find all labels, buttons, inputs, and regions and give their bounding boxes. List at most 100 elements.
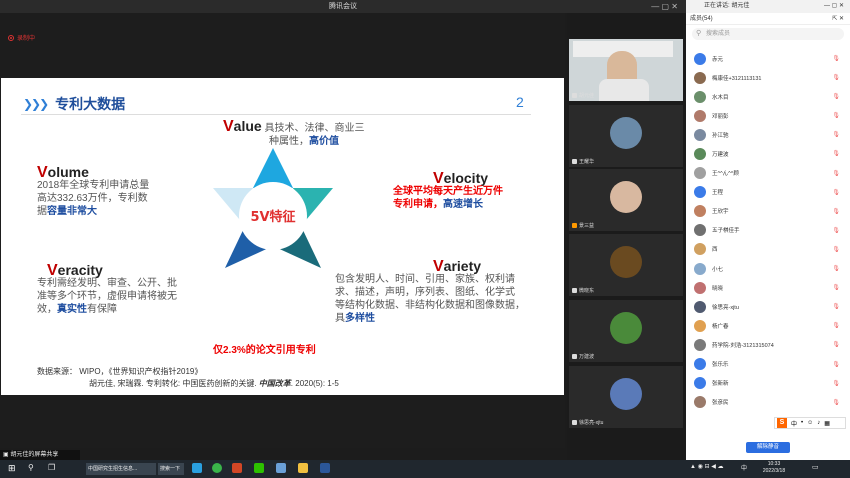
video-tile-speaker[interactable]: 胡元佳 xyxy=(569,39,683,101)
language-indicator[interactable]: 中 xyxy=(741,463,747,475)
share-icon: ▣ xyxy=(3,452,9,458)
screen-share-bar[interactable]: ▣ 胡元佳的屏幕共享 xyxy=(0,450,80,460)
member-row[interactable]: 邓丽彭 🎙 xyxy=(686,106,850,125)
muted-mic-icon[interactable]: 🎙 xyxy=(832,303,840,310)
member-row[interactable]: 五子棋佳手 🎙 xyxy=(686,221,850,240)
member-row[interactable]: 西 🎙 xyxy=(686,240,850,259)
member-row[interactable]: 徐思亮-xjtu 🎙 xyxy=(686,297,850,316)
member-row[interactable]: 张乐乐 🎙 xyxy=(686,355,850,374)
muted-mic-icon[interactable]: 🎙 xyxy=(832,93,840,100)
member-row[interactable]: 孙江驰 🎙 xyxy=(686,125,850,144)
muted-mic-icon[interactable]: 🎙 xyxy=(832,227,840,234)
taskbar-search-box[interactable]: 搜索一下 xyxy=(158,463,184,475)
member-name: 徐思亮-xjtu xyxy=(712,304,739,311)
member-row[interactable]: 王欣宇 🎙 xyxy=(686,202,850,221)
velocity-rest: elocity xyxy=(443,170,489,186)
muted-mic-icon[interactable]: 🎙 xyxy=(832,246,840,253)
slide-title: ❯❯❯ 专利大数据 xyxy=(23,94,125,114)
folder-icon[interactable] xyxy=(298,463,308,475)
muted-mic-icon[interactable]: 🎙 xyxy=(832,150,840,157)
member-avatar xyxy=(694,90,706,103)
member-row[interactable]: 水木目 🎙 xyxy=(686,87,850,106)
video-label: 万建波 xyxy=(572,353,594,360)
velocity-text2: 专利申请， xyxy=(393,199,443,210)
clock-date: 2022/3/18 xyxy=(762,468,786,474)
photos-icon[interactable] xyxy=(276,463,286,475)
word-icon[interactable] xyxy=(320,463,330,475)
recording-indicator[interactable]: 录制中 xyxy=(8,33,35,42)
members-header: 成员(54) ⇱ ✕ xyxy=(686,13,850,25)
member-avatar xyxy=(694,224,706,237)
source-journal: 中国改革 xyxy=(258,379,291,388)
member-row[interactable]: 梅康佳+3121113131 🎙 xyxy=(686,68,850,87)
member-row[interactable]: 杨广春 🎙 xyxy=(686,316,850,335)
member-search-input[interactable]: 搜索成员 xyxy=(692,28,844,40)
velocity-heading: Velocity xyxy=(433,170,503,187)
muted-mic-icon[interactable]: 🎙 xyxy=(832,208,840,215)
muted-mic-icon[interactable]: 🎙 xyxy=(832,284,840,291)
browser360-icon[interactable] xyxy=(212,463,222,475)
panel-header-controls[interactable]: ⇱ ✕ xyxy=(832,13,844,25)
speaker-body xyxy=(599,79,649,101)
volume-text2: 高达332.63万件，专利数 xyxy=(37,193,148,204)
video-name: 徐思亮-xjtu xyxy=(579,420,604,426)
velocity-block: Velocity 全球平均每天产生近万件 专利申请，高速增长 xyxy=(393,170,503,211)
notification-icon[interactable]: ▭ xyxy=(812,463,819,475)
clock[interactable]: 10:33 2022/3/18 xyxy=(754,461,794,474)
veracity-text2: 准等多个环节，虚假申请将被无 xyxy=(37,291,177,302)
video-name: 微晓东 xyxy=(579,288,595,294)
task-view-icon[interactable]: ❐ xyxy=(48,463,55,475)
chevrons-icon: ❯❯❯ xyxy=(23,97,49,111)
member-row[interactable]: 张新新 🎙 xyxy=(686,374,850,393)
member-row[interactable]: 小七 🎙 xyxy=(686,259,850,278)
panel-window-controls[interactable]: — ▢ ✕ xyxy=(824,0,844,13)
window-controls[interactable]: — ▢ ✕ xyxy=(651,0,678,13)
member-avatar xyxy=(694,300,706,313)
unmute-all-button[interactable]: 解除静音 xyxy=(746,442,790,453)
video-tile[interactable]: 王耀华 xyxy=(569,105,683,167)
member-row[interactable]: 万建波 🎙 xyxy=(686,144,850,163)
muted-mic-icon[interactable]: 🎙 xyxy=(832,112,840,119)
ime-toolbar[interactable]: S 中 • ☺ ♪ ▦ xyxy=(774,417,846,429)
muted-mic-icon[interactable]: 🎙 xyxy=(832,189,840,196)
share-label: 胡元佳的屏幕共享 xyxy=(10,452,59,458)
muted-mic-icon[interactable]: 🎙 xyxy=(832,265,840,272)
volume-highlight: 容量非常大 xyxy=(47,206,97,217)
muted-mic-icon[interactable]: 🎙 xyxy=(832,131,840,138)
ime-mic-icon: ♪ xyxy=(817,420,821,426)
member-row[interactable]: 赤元 🎙 xyxy=(686,49,850,68)
muted-mic-icon[interactable]: 🎙 xyxy=(832,322,840,329)
powerpoint-icon[interactable] xyxy=(232,463,242,475)
member-row[interactable]: 王程 🎙 xyxy=(686,183,850,202)
source-tail: . 2020(5): 1-5 xyxy=(290,379,339,388)
member-avatar xyxy=(694,52,706,65)
search-icon[interactable]: ⚲ xyxy=(28,463,34,475)
speaking-text: 正在讲话: 胡元佳 xyxy=(704,3,750,9)
member-row[interactable]: 晓晓 🎙 xyxy=(686,278,850,297)
video-tile[interactable]: 景三益 xyxy=(569,169,683,231)
muted-mic-icon[interactable]: 🎙 xyxy=(832,55,840,62)
muted-mic-icon[interactable]: 🎙 xyxy=(832,361,840,368)
video-label: 徐思亮-xjtu xyxy=(572,419,603,426)
wechat-icon[interactable] xyxy=(254,463,264,475)
edge-icon[interactable] xyxy=(192,463,202,475)
recording-label: 录制中 xyxy=(17,36,36,42)
muted-mic-icon[interactable]: 🎙 xyxy=(832,399,840,406)
muted-mic-icon[interactable]: 🎙 xyxy=(832,341,840,348)
windows-start-icon[interactable]: ⊞ xyxy=(8,463,16,475)
veracity-text3: 效， xyxy=(37,304,57,315)
video-tile[interactable]: 徐思亮-xjtu xyxy=(569,366,683,428)
muted-mic-icon[interactable]: 🎙 xyxy=(832,380,840,387)
muted-mic-icon[interactable]: 🎙 xyxy=(832,170,840,177)
video-label: 王耀华 xyxy=(572,158,594,165)
system-tray-icons[interactable]: ▲ ◉ ⊟ ◀ ☁ xyxy=(690,463,723,475)
video-tile[interactable]: 微晓东 xyxy=(569,234,683,296)
member-row[interactable]: 王^^ん^^顾 🎙 xyxy=(686,164,850,183)
member-row[interactable]: 药学院-刘浩-3121315074 🎙 xyxy=(686,335,850,354)
member-row[interactable]: 张彦民 🎙 xyxy=(686,393,850,412)
mic-icon xyxy=(572,93,577,98)
variety-text2: 求、描述，声明，序列表、图纸、化学式 xyxy=(335,287,515,298)
taskbar-item-browser[interactable]: 中国研究生招生信息... xyxy=(86,463,156,475)
muted-mic-icon[interactable]: 🎙 xyxy=(832,74,840,81)
video-tile[interactable]: 万建波 xyxy=(569,300,683,362)
